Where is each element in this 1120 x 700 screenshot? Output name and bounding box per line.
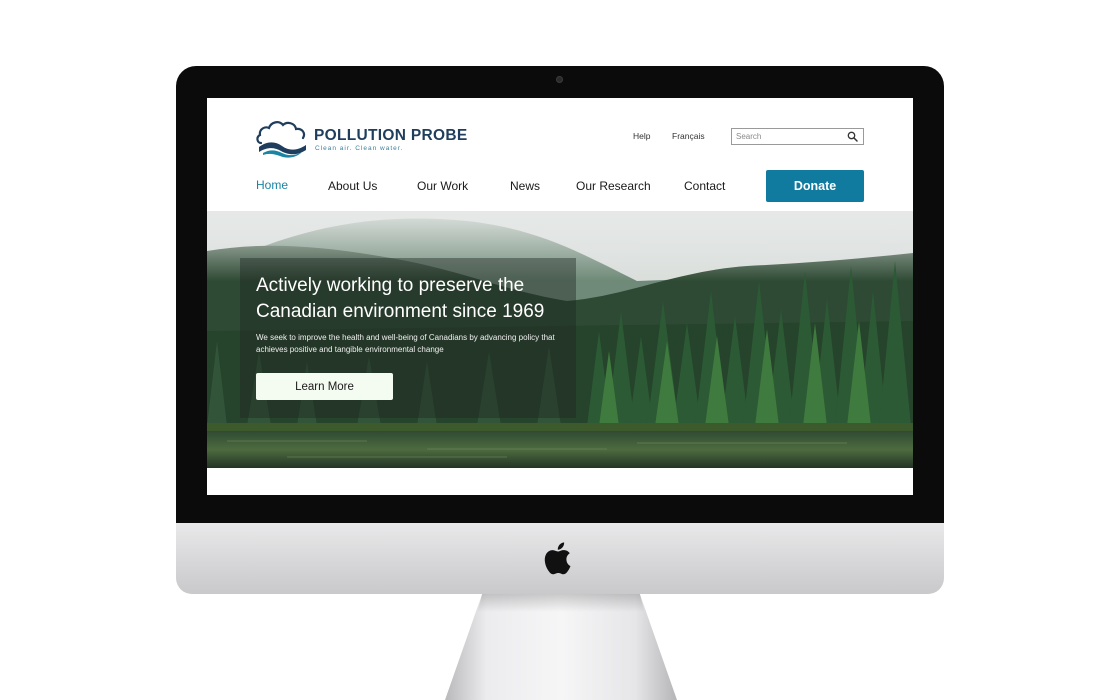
hero-subtitle: We seek to improve the health and well-b… [256,333,555,354]
help-link[interactable]: Help [633,131,650,141]
nav-item-our-research[interactable]: Our Research [576,179,651,193]
website-screen: POLLUTION PROBE Clean air. Clean water. … [207,98,913,495]
hero-title: Actively working to preserve the Canadia… [256,275,545,322]
search-icon[interactable] [847,131,858,142]
learn-more-button[interactable]: Learn More [256,373,393,400]
nav-item-about-us[interactable]: About Us [328,179,377,193]
search-input[interactable] [736,130,844,143]
nav-item-news[interactable]: News [510,179,540,193]
imac-chin [176,523,944,594]
brand-logo[interactable]: POLLUTION PROBE Clean air. Clean water. [255,117,475,161]
camera-icon [556,76,563,83]
donate-button[interactable]: Donate [766,170,864,202]
hero-banner: Actively working to preserve the Canadia… [207,211,913,468]
nav-item-our-work[interactable]: Our Work [417,179,468,193]
brand-name: POLLUTION PROBE [314,127,468,144]
brand-tagline: Clean air. Clean water. [315,145,404,152]
search-box [731,128,864,145]
apple-logo-icon [544,542,571,575]
language-toggle-link[interactable]: Français [672,131,705,141]
nav-item-home[interactable]: Home [256,178,288,192]
nav-item-contact[interactable]: Contact [684,179,725,193]
cloud-wave-logo-icon [256,121,306,158]
